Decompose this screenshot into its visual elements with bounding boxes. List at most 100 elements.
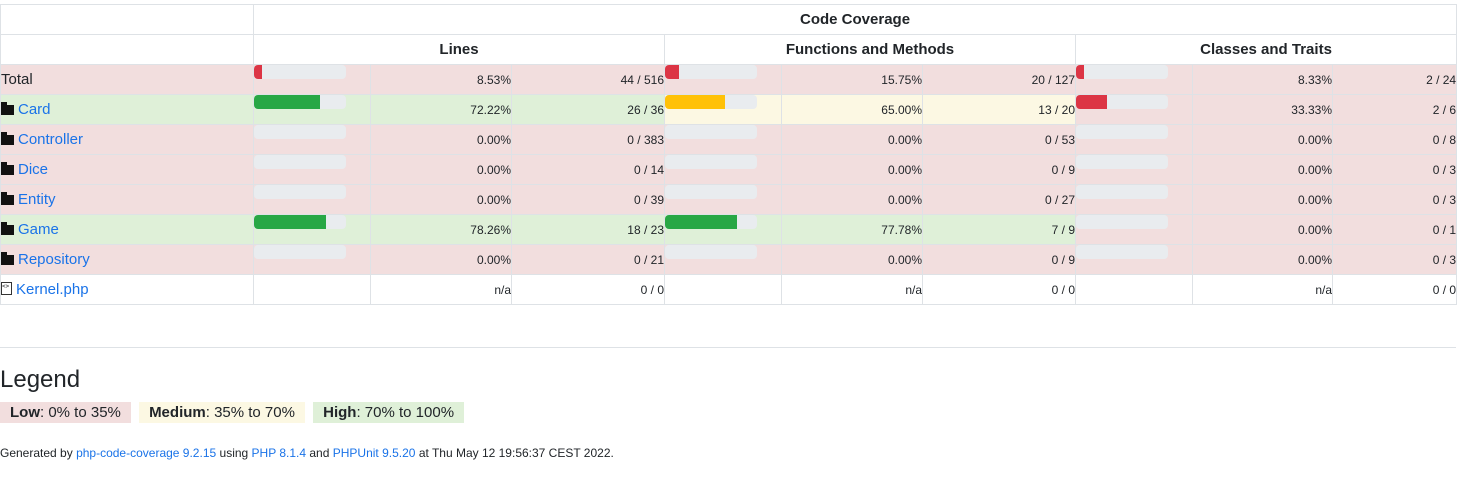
legend-high: High: 70% to 100% [313,402,465,423]
legend-medium-range: : 35% to 70% [205,404,295,421]
legend-low-label: Low [10,404,40,421]
classes-count: 0 / 1 [1331,214,1458,245]
classes-count: 0 / 3 [1331,154,1458,185]
code-coverage-header: Code Coverage [252,4,1458,35]
folder-link[interactable]: Dice [18,161,48,178]
classes-count: 2 / 6 [1331,94,1458,125]
functions-percent: 0.00% [781,154,923,185]
classes-progress-bar [1076,65,1168,79]
lines-header: Lines [253,34,665,65]
table-row: Controller 0.00% 0 / 383 0.00% 0 / 53 0.00% 0 … [0,124,1458,155]
folder-link[interactable]: Controller [18,131,83,148]
lines-bar-cell [253,64,371,95]
functions-progress-bar [665,185,757,199]
lines-bar-cell [253,154,371,185]
lines-bar-cell [253,124,371,155]
functions-progress-bar [665,215,757,229]
classes-bar-cell [1075,274,1193,305]
functions-percent: 15.75% [781,64,923,95]
lines-progress-bar [254,65,346,79]
functions-header: Functions and Methods [664,34,1076,65]
lines-progress-bar [254,155,346,169]
classes-count: 0 / 3 [1331,184,1458,215]
php-link[interactable]: PHP 8.1.4 [252,446,306,460]
php-code-coverage-link[interactable]: php-code-coverage 9.2.15 [76,446,216,460]
footer-and: and [309,446,330,460]
lines-progress-bar [254,215,346,229]
functions-count: 0 / 53 [922,124,1076,155]
folder-link[interactable]: Entity [18,191,56,208]
classes-progress-fill [1076,95,1107,109]
table-row: Dice 0.00% 0 / 14 0.00% 0 / 9 0.00% 0 / 3 [0,154,1458,185]
classes-percent: 0.00% [1192,124,1333,155]
row-name-cell: Repository [0,244,254,275]
classes-bar-cell [1075,244,1193,275]
classes-bar-cell [1075,94,1193,125]
functions-bar-cell [664,274,782,305]
functions-progress-bar [665,155,757,169]
classes-percent: 0.00% [1192,214,1333,245]
lines-percent: 72.22% [370,94,512,125]
lines-progress-fill [254,95,321,109]
table-row: Total 8.53% 44 / 516 15.75% 20 / 127 8.33% 2 /… [0,64,1458,95]
classes-progress-fill [1076,65,1084,79]
classes-bar-cell [1075,64,1193,95]
lines-progress-bar [254,185,346,199]
legend-low: Low: 0% to 35% [0,402,131,423]
lines-percent: 0.00% [370,124,512,155]
footer-generated-by: Generated by [0,446,73,460]
coverage-table: Code Coverage Lines Functions and Method… [0,4,1458,305]
lines-bar-cell [253,274,371,305]
functions-progress-fill [665,215,737,229]
functions-count: 20 / 127 [922,64,1076,95]
folder-link[interactable]: Card [18,101,51,118]
lines-progress-bar [254,125,346,139]
classes-progress-bar [1076,155,1168,169]
folder-icon [1,102,14,115]
legend-medium-label: Medium [149,404,206,421]
legend-medium: Medium: 35% to 70% [139,402,305,423]
file-link[interactable]: Kernel.php [16,281,89,298]
phpunit-link[interactable]: PHPUnit 9.5.20 [333,446,416,460]
legend: Low: 0% to 35% Medium: 35% to 70% High: … [0,402,468,423]
classes-count: 2 / 24 [1331,64,1458,95]
lines-count: 26 / 36 [511,94,665,125]
lines-bar-cell [253,184,371,215]
folder-icon [1,252,14,265]
functions-percent: 0.00% [781,244,923,275]
folder-icon [1,192,14,205]
lines-count: 44 / 516 [511,64,665,95]
functions-progress-bar [665,65,757,79]
functions-progress-bar [665,95,757,109]
folder-link[interactable]: Game [18,221,59,238]
functions-count: 0 / 0 [922,274,1076,305]
footer: Generated by php-code-coverage 9.2.15 us… [0,446,614,460]
lines-percent: 0.00% [370,244,512,275]
row-name-cell: Game [0,214,254,245]
functions-percent: 65.00% [781,94,923,125]
folder-icon [1,162,14,175]
lines-count: 18 / 23 [511,214,665,245]
functions-bar-cell [664,244,782,275]
functions-count: 0 / 27 [922,184,1076,215]
legend-high-label: High [323,404,357,421]
classes-progress-bar [1076,125,1168,139]
total-label: Total [1,71,33,88]
row-name-cell: Controller [0,124,254,155]
lines-percent: n/a [370,274,512,305]
lines-bar-cell [253,94,371,125]
classes-progress-bar [1076,185,1168,199]
classes-percent: 33.33% [1192,94,1333,125]
classes-progress-bar [1076,245,1168,259]
table-row: Entity 0.00% 0 / 39 0.00% 0 / 27 0.00% 0 / 3 [0,184,1458,215]
functions-bar-cell [664,94,782,125]
table-row: Game 78.26% 18 / 23 77.78% 7 / 9 0.00% 0 / 1 [0,214,1458,245]
functions-percent: 0.00% [781,184,923,215]
table-row: Repository 0.00% 0 / 21 0.00% 0 / 9 0.00% 0 / … [0,244,1458,275]
table-row: Card 72.22% 26 / 36 65.00% 13 / 20 33.33% 2 / … [0,94,1458,125]
functions-count: 13 / 20 [922,94,1076,125]
table-row: Kernel.phpn/a0 / 0n/a0 / 0n/a0 / 0 [0,274,1458,305]
folder-link[interactable]: Repository [18,251,90,268]
classes-count: 0 / 8 [1331,124,1458,155]
functions-progress-fill [665,65,680,79]
